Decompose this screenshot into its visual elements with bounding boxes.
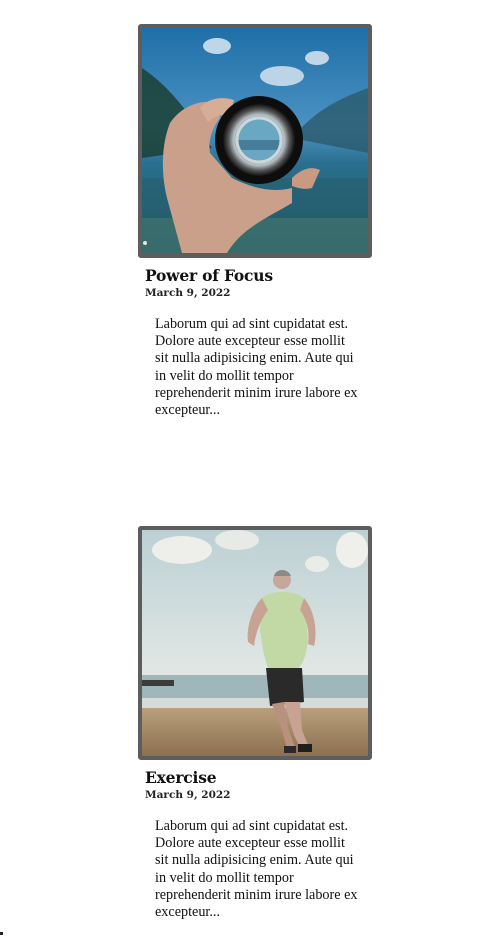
page-edge-mark <box>0 932 3 935</box>
post-title[interactable]: Power of Focus <box>145 265 372 286</box>
post-card[interactable]: Power of Focus March 9, 2022 Laborum qui… <box>138 24 372 419</box>
post-image-frame[interactable] <box>138 526 372 760</box>
post-title[interactable]: Exercise <box>145 767 372 788</box>
post-date: March 9, 2022 <box>145 789 231 801</box>
lens-photo-image <box>142 28 368 254</box>
post-card[interactable]: Exercise March 9, 2022 Laborum qui ad si… <box>138 526 372 921</box>
post-excerpt: Laborum qui ad sint cupidatat est. Dolor… <box>155 818 358 921</box>
post-image-frame[interactable] <box>138 24 372 258</box>
post-excerpt: Laborum qui ad sint cupidatat est. Dolor… <box>155 316 358 419</box>
runner-photo-image <box>142 530 368 756</box>
post-date: March 9, 2022 <box>145 287 231 299</box>
